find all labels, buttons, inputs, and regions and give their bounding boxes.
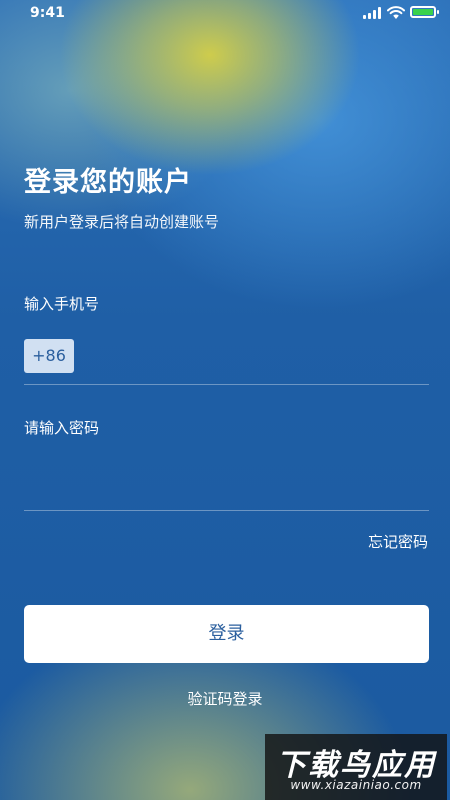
password-divider [24, 510, 429, 511]
country-code-selector[interactable]: +86 [24, 339, 74, 373]
watermark-logo: 下载鸟应用 www.xiazainiao.com [265, 734, 447, 800]
status-time: 9:41 [30, 5, 65, 21]
phone-label: 输入手机号 [24, 295, 100, 313]
password-label: 请输入密码 [24, 419, 100, 437]
signal-icon [363, 7, 383, 19]
login-button[interactable]: 登录 [24, 605, 429, 663]
password-input[interactable] [24, 455, 429, 495]
page-title: 登录您的账户 [24, 167, 192, 198]
page-subtitle: 新用户登录后将自动创建账号 [24, 213, 220, 231]
code-login-link[interactable]: 验证码登录 [0, 688, 450, 709]
status-bar: 9:41 [0, 0, 450, 28]
background-gradient [0, 0, 450, 800]
forgot-password-link[interactable]: 忘记密码 [368, 531, 428, 552]
phone-input[interactable] [82, 339, 427, 373]
wifi-icon [387, 5, 405, 19]
phone-divider [24, 384, 429, 385]
battery-icon [410, 6, 439, 18]
